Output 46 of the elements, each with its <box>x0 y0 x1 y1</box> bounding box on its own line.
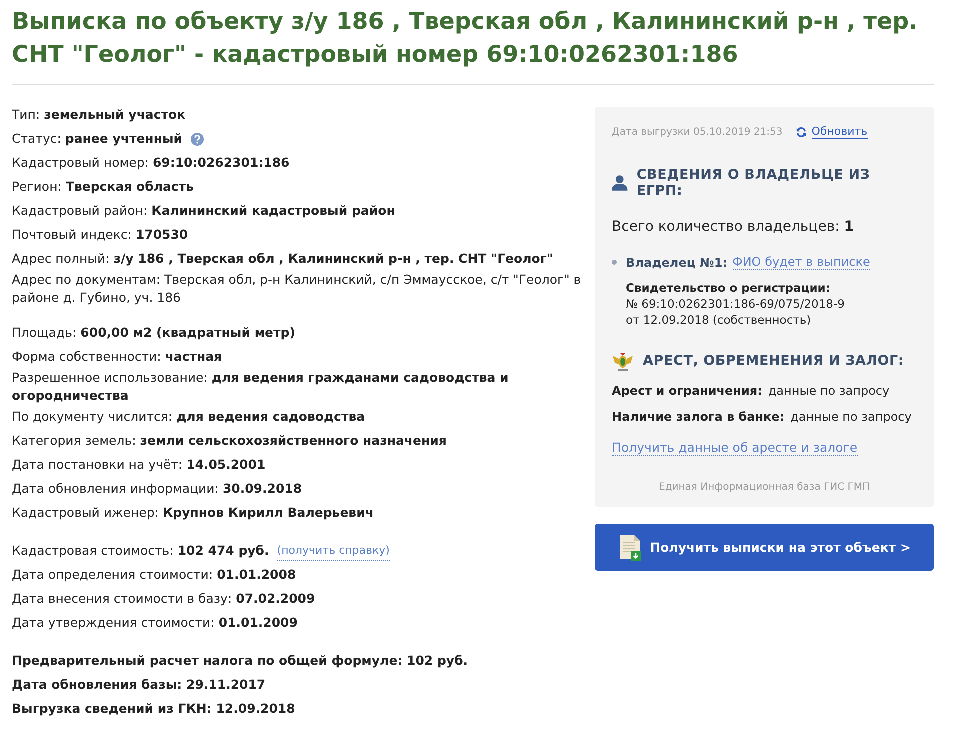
arrest-data-link[interactable]: Получить данные об аресте и залоге <box>612 440 858 456</box>
section-heading: СВЕДЕНИЯ О ВЛАДЕЛЬЦЕ ИЗ ЕГРП: <box>636 167 872 199</box>
export-date: Дата выгрузки 05.10.2019 21:53 <box>612 126 783 138</box>
field-label: Арест и ограничения: <box>612 384 762 398</box>
certificate-title: Свидетельство о регистрации: <box>626 280 832 296</box>
info-line: Кадастровая стоимость: 102 474 руб. <box>12 542 270 560</box>
info-line: Кадастровый район: Калининский кадастровый район <box>12 202 396 220</box>
info-line: По документу числится: для ведения садоводства <box>12 408 366 426</box>
info-line: Кадастровый иженер: Крупнов Кирилл Валерьевич <box>12 504 374 522</box>
person-icon <box>612 175 628 191</box>
info-line: Дата утверждения стоимости: 01.01.2009 <box>12 614 298 632</box>
info-line: Категория земель: земли сельскохозяйственного назначения <box>12 432 447 450</box>
info-line: Выгрузка сведений из ГКН: 12.09.2018 <box>12 700 296 718</box>
reference-link[interactable]: (получить справку) <box>277 542 390 560</box>
info-line: Площадь: 600,00 м2 (квадратный метр) <box>12 324 296 342</box>
owner-label: Владелец №1: <box>626 256 728 270</box>
help-icon[interactable] <box>190 132 204 146</box>
panel-footer: Единая Информационная база ГИС ГМП <box>612 482 917 493</box>
get-extracts-button[interactable]: Получить выписки на этот объект > <box>595 524 934 571</box>
field-value: данные по запросу <box>790 410 912 424</box>
info-line: Тип: земельный участок <box>12 106 186 124</box>
info-line: Дата внесения стоимости в базу: 07.02.2009 <box>12 590 316 608</box>
info-line: Почтовый индекс: 170530 <box>12 226 188 244</box>
refresh-icon[interactable] <box>796 126 807 138</box>
info-line: Кадастровый номер: 69:10:0262301:186 <box>12 154 290 172</box>
info-line: Дата определения стоимости: 01.01.2008 <box>12 566 296 584</box>
owner-count: Всего количество владельцев: 1 <box>612 219 855 235</box>
info-line: Дата обновления информации: 30.09.2018 <box>12 480 302 498</box>
emblem-icon <box>612 350 634 372</box>
field-label: Наличие залога в банке: <box>612 410 785 424</box>
info-line: Адрес полный: з/у 186 , Тверская обл , Калининский р-н , тер. СНТ "Геолог" <box>12 250 554 268</box>
info-line: Дата постановки на учёт: 14.05.2001 <box>12 456 266 474</box>
certificate-line: № 69:10:0262301:186-69/075/2018-9 <box>626 296 846 312</box>
certificate-line: от 12.09.2018 (собственность) <box>626 312 812 328</box>
info-line: Предварительный расчет налога по общей формуле: 102 руб. <box>12 652 468 670</box>
document-download-icon <box>618 534 642 560</box>
info-line: Регион: Тверская область <box>12 178 194 196</box>
field-value: данные по запросу <box>768 384 890 398</box>
info-line: Дата обновления базы: 29.11.2017 <box>12 676 266 694</box>
refresh-link[interactable]: Обновить <box>812 125 868 139</box>
page-title: Выписка по объекту з/у 186 , Тверская обл , Калининский р-н , тер. СНТ "Геолог" - кадастровый номер 69:10:0262301:186 <box>12 6 934 85</box>
info-line: Статус: ранее учтенный <box>12 130 183 148</box>
owner-name-link[interactable]: ФИО будет в выписке <box>732 255 870 270</box>
info-line: Форма собственности: частная <box>12 348 222 366</box>
section-heading: АРЕСТ, ОБРЕМЕНЕНИЯ И ЗАЛОГ: <box>643 353 904 369</box>
info-line: Адрес по документам: Тверская обл, р-н Калининский, с/п Эммаусское, с/т "Геолог" в районе д. Губино, уч. 186 <box>12 271 582 307</box>
